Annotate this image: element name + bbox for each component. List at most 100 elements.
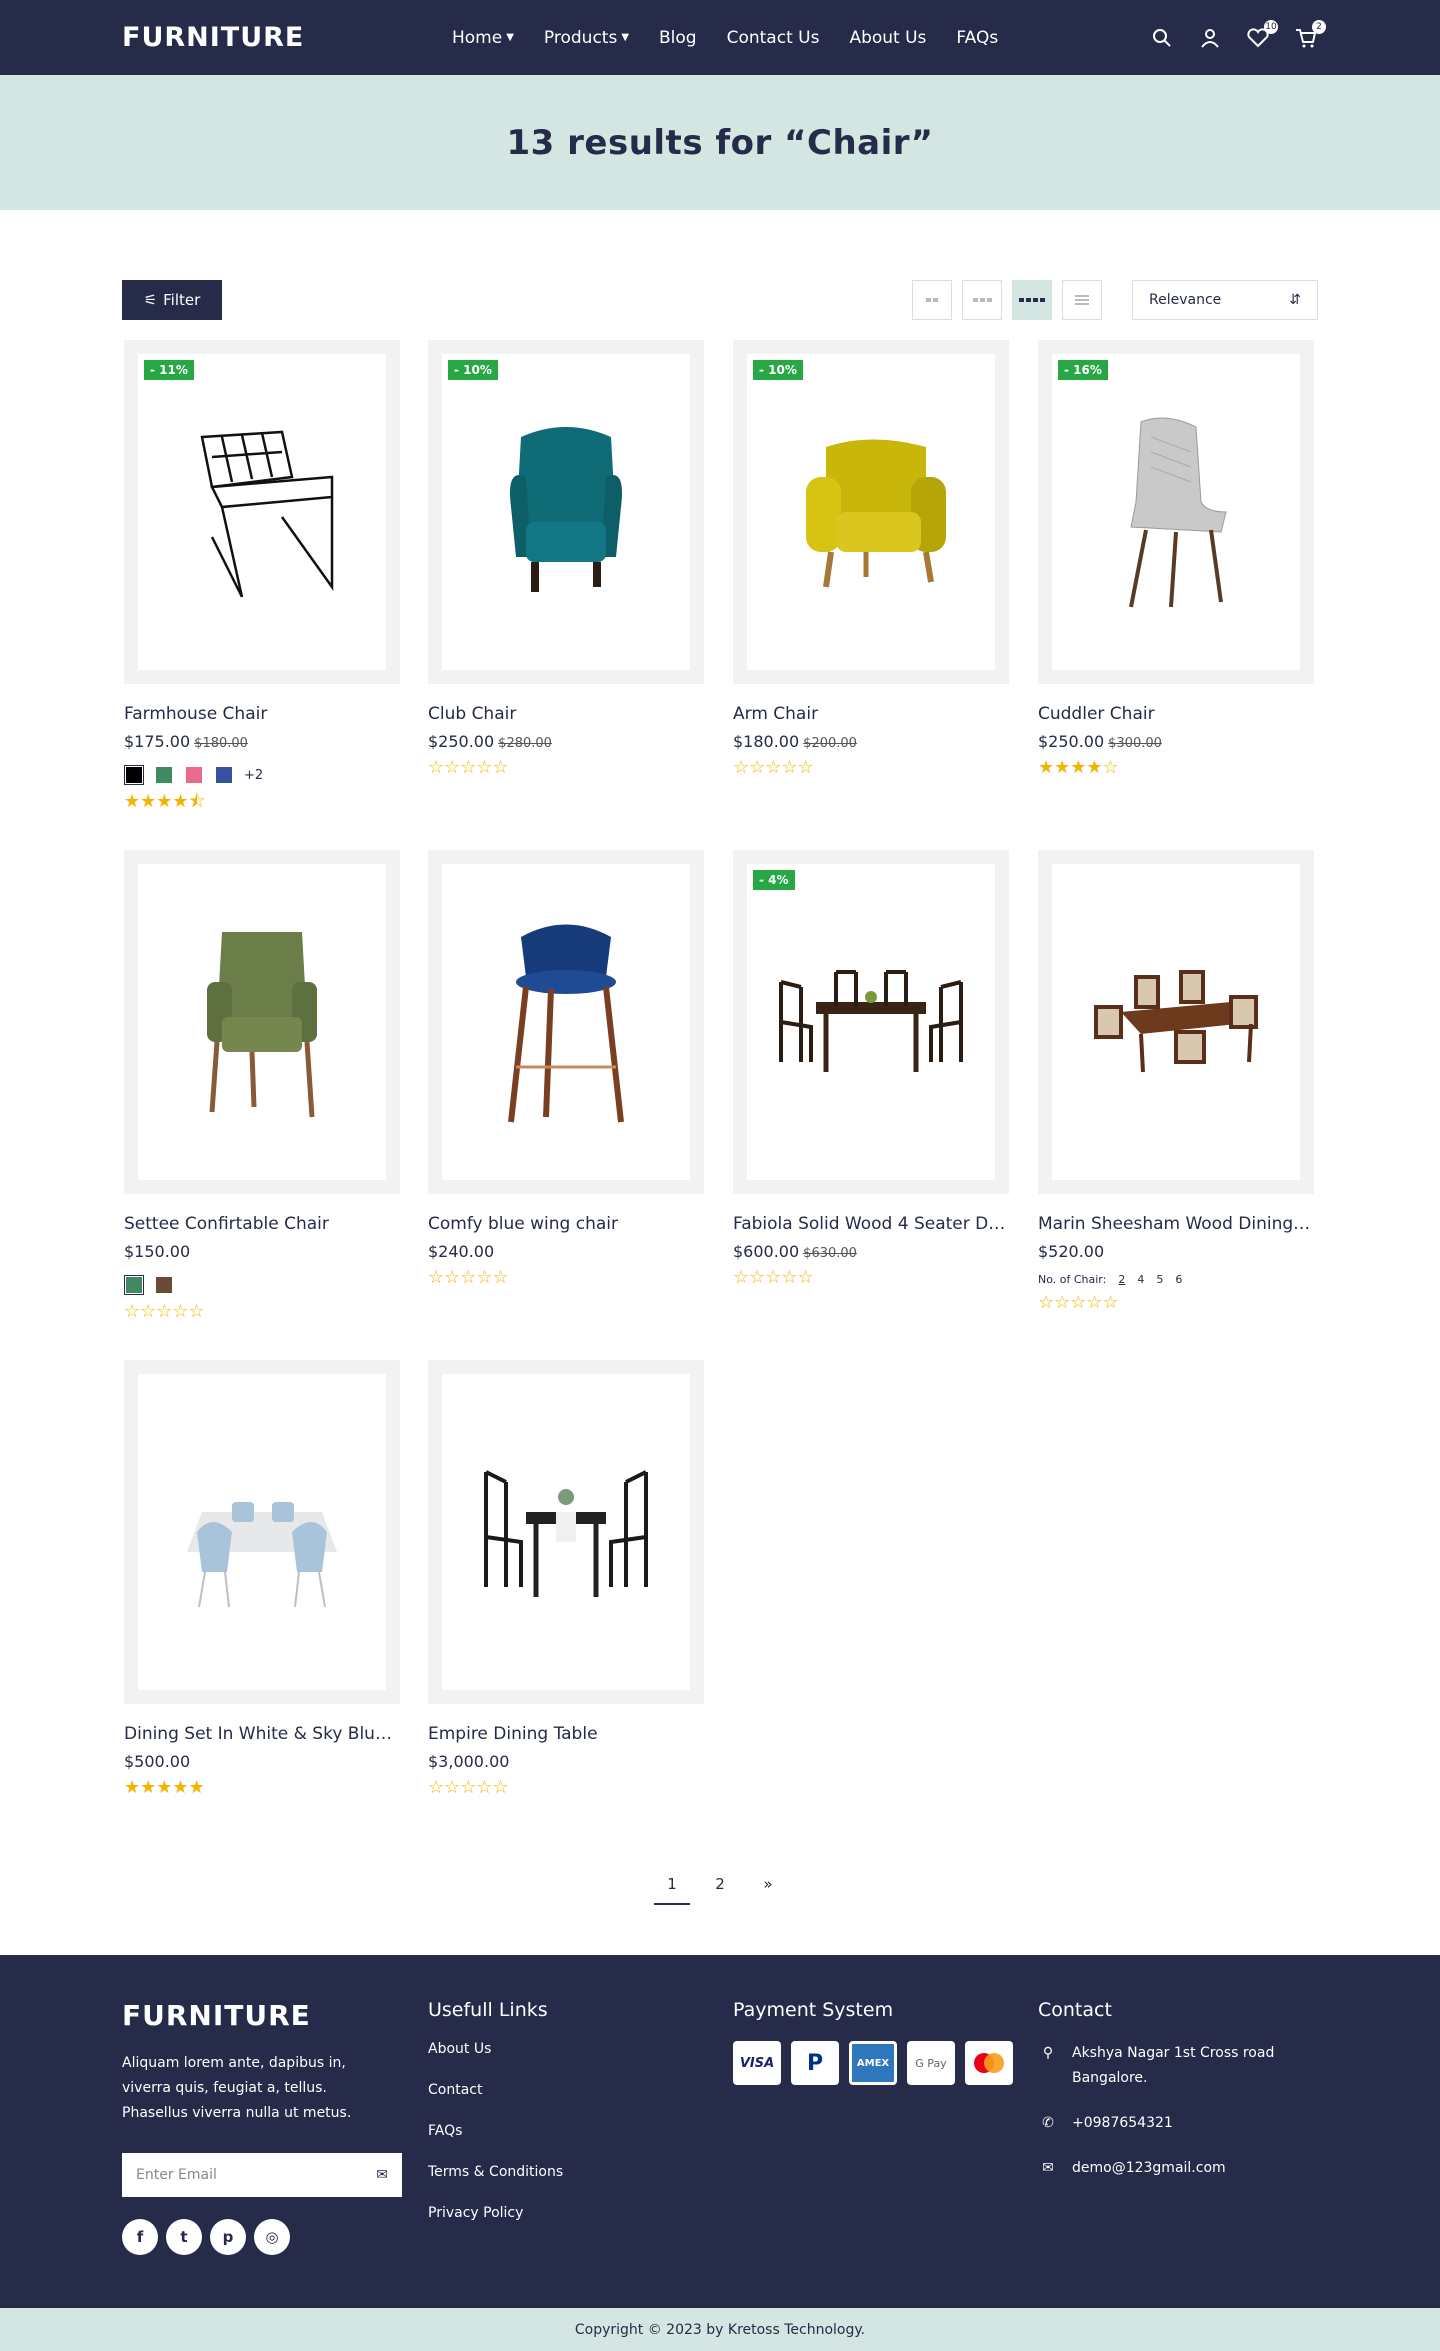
nav-faqs[interactable]: FAQs: [956, 28, 998, 48]
footer-link-about[interactable]: About Us: [428, 2041, 563, 2057]
pinterest-icon[interactable]: p: [210, 2219, 246, 2255]
product-image[interactable]: [124, 1360, 400, 1704]
product-price: $250.00 $300.00: [1038, 732, 1162, 751]
nav-contact[interactable]: Contact Us: [727, 28, 820, 48]
color-swatches: [124, 1275, 400, 1295]
product-grid: - 11% Farmhouse Chair $175.00 $180.00 +2 ★★★★…: [0, 340, 1440, 1855]
footer-payment-column: Payment System VISA P AMEX G Pay: [733, 1999, 1013, 2085]
footer-link-terms[interactable]: Terms & Conditions: [428, 2164, 563, 2180]
teal-wing-chair-image: [442, 354, 690, 670]
footer-links-title: Usefull Links: [428, 1999, 548, 2021]
blue-bar-stool-image: [442, 864, 690, 1180]
product-title[interactable]: Farmhouse Chair: [124, 704, 400, 724]
product-image[interactable]: - 11%: [124, 340, 400, 684]
contact-phone[interactable]: ✆ +0987654321: [1038, 2111, 1292, 2136]
star-rating: ☆☆☆☆☆: [733, 757, 814, 778]
product-image[interactable]: [428, 1360, 704, 1704]
product-card[interactable]: Marin Sheesham Wood Dining Set $520.00 No.…: [1038, 850, 1314, 1312]
product-image[interactable]: [428, 850, 704, 1194]
product-card[interactable]: Settee Confirtable Chair $150.00 ☆☆☆☆☆: [124, 850, 400, 1321]
product-price: $600.00 $630.00: [733, 1242, 857, 1261]
nav-blog[interactable]: Blog: [659, 28, 697, 48]
more-colors-label[interactable]: +2: [244, 768, 263, 783]
site-logo[interactable]: FURNITURE: [122, 22, 304, 53]
chair-count-option[interactable]: 4: [1137, 1273, 1144, 1286]
chair-count-option[interactable]: 5: [1156, 1273, 1163, 1286]
product-price: $150.00: [124, 1242, 191, 1261]
product-image[interactable]: - 10%: [428, 340, 704, 684]
product-price: $3,000.00: [428, 1752, 510, 1771]
filter-button[interactable]: ⚟ Filter: [122, 280, 222, 320]
chevron-down-icon: ▼: [506, 32, 514, 43]
product-card[interactable]: Empire Dining Table $3,000.00 ☆☆☆☆☆: [428, 1360, 704, 1797]
color-swatch[interactable]: [124, 1275, 144, 1295]
search-icon[interactable]: [1150, 26, 1174, 50]
product-image[interactable]: - 16%: [1038, 340, 1314, 684]
wishlist-heart-icon[interactable]: 10: [1246, 19, 1278, 50]
twitter-icon[interactable]: t: [166, 2219, 202, 2255]
footer-logo[interactable]: FURNITURE: [122, 1999, 311, 2032]
product-image[interactable]: [124, 850, 400, 1194]
product-card[interactable]: Dining Set In White & Sky Blue Chairs $50…: [124, 1360, 400, 1797]
star-rating: ☆☆☆☆☆: [124, 1301, 205, 1322]
footer-link-faqs[interactable]: FAQs: [428, 2123, 563, 2139]
contact-title: Contact: [1038, 1999, 1112, 2021]
product-title[interactable]: Fabiola Solid Wood 4 Seater Dining Set: [733, 1214, 1009, 1234]
page-1-link[interactable]: 1: [654, 1875, 690, 1905]
nav-home[interactable]: Home ▼: [452, 28, 514, 48]
product-title[interactable]: Marin Sheesham Wood Dining Set: [1038, 1214, 1314, 1234]
instagram-icon[interactable]: ◎: [254, 2219, 290, 2255]
cart-icon[interactable]: 2: [1294, 19, 1326, 50]
star-rating: ☆☆☆☆☆: [428, 1267, 509, 1288]
grid-3-view-icon[interactable]: [962, 280, 1002, 320]
footer-contact-column: Contact ⚲ Akshya Nagar 1st Cross road Ba…: [1038, 1999, 1292, 2201]
cart-badge: 2: [1312, 19, 1326, 34]
color-swatch[interactable]: [154, 1275, 174, 1295]
chair-count-option[interactable]: 2: [1118, 1273, 1125, 1286]
product-card[interactable]: - 11% Farmhouse Chair $175.00 $180.00 +2 ★★★★…: [124, 340, 400, 811]
nav-products[interactable]: Products ▼: [544, 28, 629, 48]
product-card[interactable]: - 4% Fabiola Solid Wood 4 Seater Dining S…: [733, 850, 1009, 1287]
phone-icon: ✆: [1042, 2115, 1054, 2131]
footer-link-contact[interactable]: Contact: [428, 2082, 563, 2098]
newsletter-email-field[interactable]: Enter Email ✉: [122, 2153, 402, 2197]
next-page-link[interactable]: »: [750, 1875, 786, 1903]
product-title[interactable]: Arm Chair: [733, 704, 1009, 724]
product-image[interactable]: [1038, 850, 1314, 1194]
list-view-icon[interactable]: [1062, 280, 1102, 320]
user-icon[interactable]: [1198, 26, 1222, 50]
chair-count-option[interactable]: 6: [1175, 1273, 1182, 1286]
grid-4-view-icon[interactable]: [1012, 280, 1052, 320]
product-card[interactable]: - 10% Club Chair $250.00 $280.00 ☆☆☆☆☆: [428, 340, 704, 777]
product-image[interactable]: - 4%: [733, 850, 1009, 1194]
product-title[interactable]: Settee Confirtable Chair: [124, 1214, 400, 1234]
contact-email[interactable]: ✉ demo@123gmail.com: [1038, 2156, 1292, 2181]
product-image[interactable]: - 10%: [733, 340, 1009, 684]
footer-link-privacy[interactable]: Privacy Policy: [428, 2205, 563, 2221]
search-results-banner: 13 results for “Chair”: [0, 75, 1440, 210]
old-price: $300.00: [1108, 736, 1162, 751]
grid-2-view-icon[interactable]: [912, 280, 952, 320]
main-nav: Home ▼ Products ▼ Blog Contact Us About Us…: [452, 0, 998, 75]
nav-about[interactable]: About Us: [849, 28, 926, 48]
color-swatch[interactable]: [124, 765, 144, 785]
map-pin-icon: ⚲: [1042, 2045, 1054, 2061]
color-swatch[interactable]: [154, 765, 174, 785]
product-title[interactable]: Comfy blue wing chair: [428, 1214, 704, 1234]
facebook-icon[interactable]: f: [122, 2219, 158, 2255]
product-card[interactable]: Comfy blue wing chair $240.00 ☆☆☆☆☆: [428, 850, 704, 1287]
product-card[interactable]: - 10% Arm Chair $180.00 $200.00 ☆☆☆☆☆: [733, 340, 1009, 777]
copyright-bar: Copyright © 2023 by Kretoss Technology.: [0, 2308, 1440, 2351]
sort-select[interactable]: Relevance ⇵: [1132, 280, 1318, 320]
product-title[interactable]: Empire Dining Table: [428, 1724, 704, 1744]
grey-dining-chair-image: [1052, 354, 1300, 670]
product-title[interactable]: Dining Set In White & Sky Blue Chairs: [124, 1724, 400, 1744]
color-swatch[interactable]: [184, 765, 204, 785]
product-title[interactable]: Cuddler Chair: [1038, 704, 1314, 724]
color-swatch[interactable]: [214, 765, 234, 785]
product-title[interactable]: Club Chair: [428, 704, 704, 724]
page-2-link[interactable]: 2: [702, 1875, 738, 1903]
envelope-send-icon[interactable]: ✉: [376, 2167, 388, 2183]
product-card[interactable]: - 16% Cuddler Chair $250.00 $300.00 ★★★★☆: [1038, 340, 1314, 777]
color-swatches: +2: [124, 765, 400, 785]
